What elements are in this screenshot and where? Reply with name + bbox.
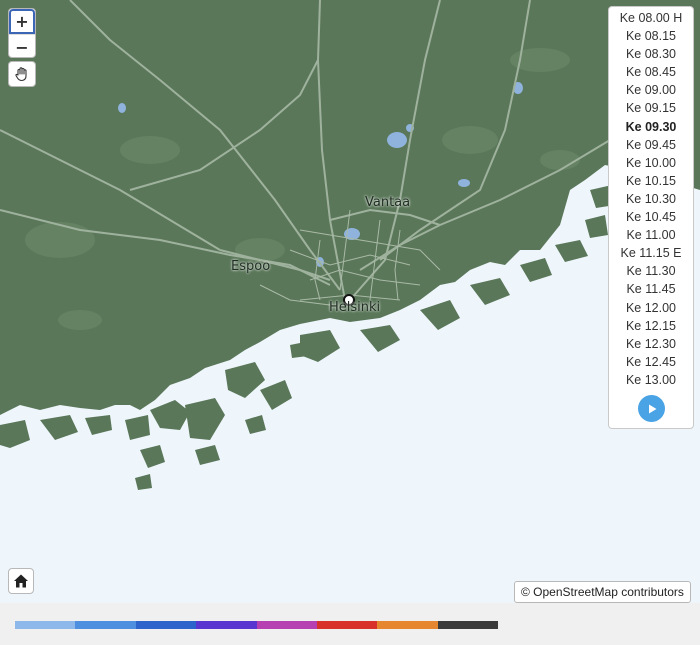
time-item[interactable]: Ke 10.00 (609, 154, 693, 172)
city-label-espoo: Espoo (231, 259, 271, 274)
time-item[interactable]: Ke 08.00 H (609, 9, 693, 27)
map-attribution[interactable]: © OpenStreetMap contributors (514, 581, 691, 603)
time-item[interactable]: Ke 08.30 (609, 45, 693, 63)
legend-segment (135, 621, 197, 629)
map-canvas[interactable]: Vantaa Espoo Helsinki + − Ke 08.00 H Ke 0… (0, 0, 700, 603)
hand-icon (15, 67, 27, 82)
time-item[interactable]: Ke 09.45 (609, 136, 693, 154)
legend-segment (256, 621, 317, 629)
time-item[interactable]: Ke 11.15 E (609, 244, 693, 262)
home-icon (14, 574, 28, 588)
legend-segment (75, 621, 136, 629)
time-item[interactable]: Ke 12.15 (609, 317, 693, 335)
city-label-helsinki: Helsinki (329, 300, 381, 315)
legend-segment (437, 621, 498, 629)
land-area (0, 0, 700, 415)
precipitation-legend-bar (15, 621, 498, 629)
legend-segment (316, 621, 378, 629)
play-icon (648, 404, 656, 413)
city-label-vantaa: Vantaa (365, 195, 411, 210)
time-item[interactable]: Ke 11.30 (609, 262, 693, 280)
pan-button[interactable] (8, 61, 36, 87)
zoom-in-button[interactable]: + (9, 9, 35, 34)
legend-segment (377, 621, 438, 629)
time-item[interactable]: Ke 10.30 (609, 190, 693, 208)
time-item[interactable]: Ke 10.15 (609, 172, 693, 190)
play-button[interactable] (638, 395, 665, 422)
time-item[interactable]: Ke 09.00 (609, 81, 693, 99)
zoom-out-button[interactable]: − (9, 34, 35, 57)
time-item[interactable]: Ke 12.30 (609, 335, 693, 353)
time-item[interactable]: Ke 12.00 (609, 299, 693, 317)
time-item[interactable]: Ke 08.15 (609, 27, 693, 45)
time-item[interactable]: Ke 13.00 (609, 371, 693, 389)
zoom-control: + − (8, 8, 36, 58)
time-item[interactable]: Ke 10.45 (609, 208, 693, 226)
legend-segment (15, 621, 76, 629)
legend-segment (196, 621, 257, 629)
time-item[interactable]: Ke 09.15 (609, 99, 693, 117)
home-button[interactable] (8, 568, 34, 594)
time-item[interactable]: Ke 11.45 (609, 280, 693, 298)
time-item[interactable]: Ke 12.45 (609, 353, 693, 371)
time-item[interactable]: Ke 09.30 (609, 118, 693, 136)
time-list: Ke 08.00 H Ke 08.15 Ke 08.30 Ke 08.45 Ke 09.… (609, 9, 693, 389)
time-selector: Ke 08.00 H Ke 08.15 Ke 08.30 Ke 08.45 Ke 09.… (608, 6, 694, 429)
time-item[interactable]: Ke 11.00 (609, 226, 693, 244)
time-item[interactable]: Ke 08.45 (609, 63, 693, 81)
